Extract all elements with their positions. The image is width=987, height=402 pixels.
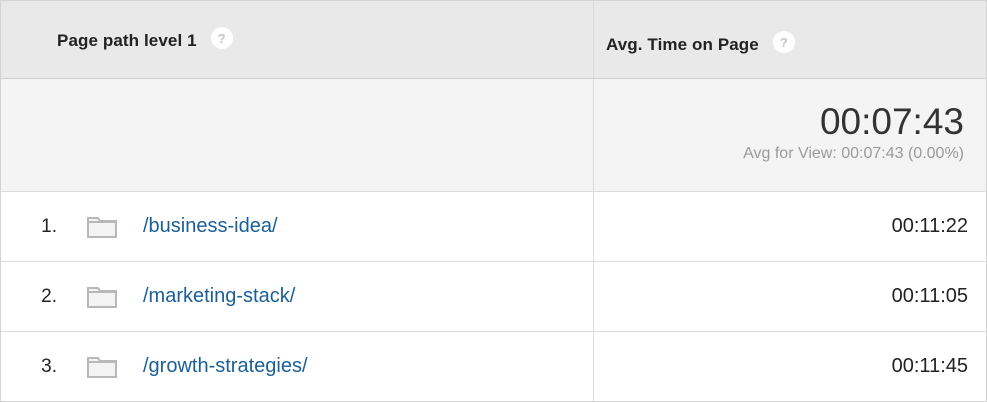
metric-header[interactable]: Avg. Time on Page ?: [594, 1, 986, 78]
page-path-link[interactable]: /marketing-stack/: [143, 285, 295, 308]
dimension-header[interactable]: Page path level 1 ?: [1, 1, 594, 78]
folder-icon: [87, 216, 117, 238]
page-path-link[interactable]: /growth-strategies/: [143, 355, 308, 378]
metric-cell: 00:11:05: [594, 262, 986, 331]
row-index: 3.: [41, 355, 57, 377]
table-row: 2. /marketing-stack/ 00:11:05: [1, 262, 986, 332]
table-row: 1. /business-idea/ 00:11:22: [1, 192, 986, 262]
avg-time-value: 00:11:05: [891, 285, 968, 307]
metric-cell: 00:11:22: [594, 192, 986, 261]
row-index: 2.: [41, 285, 57, 307]
dimension-cell: 3. /growth-strategies/: [1, 332, 594, 401]
table-header: Page path level 1 ? Avg. Time on Page ?: [1, 1, 986, 79]
folder-icon: [87, 286, 117, 308]
metric-header-label: Avg. Time on Page: [606, 35, 759, 54]
summary-empty-cell: [1, 79, 594, 191]
report-table: Page path level 1 ? Avg. Time on Page ? …: [0, 0, 987, 402]
metric-cell: 00:11:45: [594, 332, 986, 401]
avg-time-value: 00:11:22: [891, 215, 968, 237]
avg-time-value: 00:11:45: [891, 355, 968, 377]
dimension-cell: 2. /marketing-stack/: [1, 262, 594, 331]
summary-total-value: 00:07:43: [819, 101, 964, 142]
page-path-link[interactable]: /business-idea/: [143, 215, 278, 238]
summary-cell: 00:07:43 Avg for View: 00:07:43 (0.00%): [594, 79, 986, 191]
summary-row: 00:07:43 Avg for View: 00:07:43 (0.00%): [1, 79, 986, 192]
help-icon[interactable]: ?: [772, 31, 795, 53]
dimension-cell: 1. /business-idea/: [1, 192, 594, 261]
table-row: 3. /growth-strategies/ 00:11:45: [1, 332, 986, 401]
folder-icon: [87, 356, 117, 378]
dimension-header-label: Page path level 1: [57, 31, 197, 50]
help-icon[interactable]: ?: [210, 27, 233, 49]
summary-avg-for-view: Avg for View: 00:07:43 (0.00%): [743, 145, 964, 162]
row-index: 1.: [41, 215, 57, 237]
